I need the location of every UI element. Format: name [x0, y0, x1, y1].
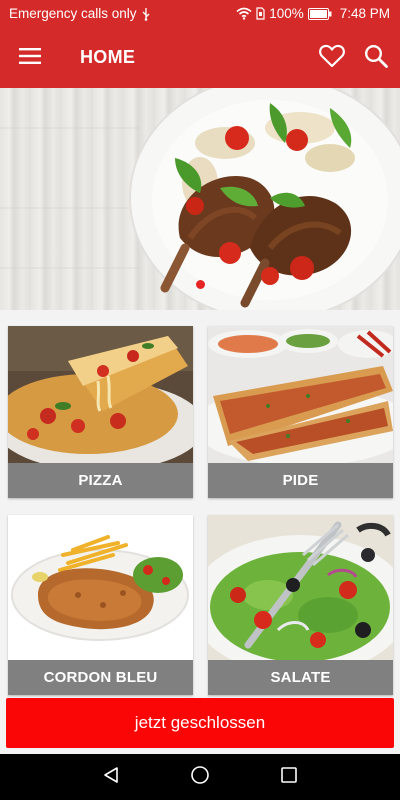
- recents-button[interactable]: [276, 764, 302, 790]
- status-bar: Emergency calls only 100% 7:48 PM: [0, 0, 400, 28]
- wifi-icon: [236, 7, 252, 20]
- category-card-salate[interactable]: SALATE: [208, 515, 393, 695]
- pide-image: [208, 326, 393, 463]
- carrier-text: Emergency calls only: [9, 6, 137, 21]
- category-label: PIZZA: [8, 463, 193, 498]
- home-icon: [190, 765, 210, 790]
- category-label: PIDE: [208, 463, 393, 498]
- category-label: CORDON BLEU: [8, 660, 193, 695]
- banner-image: [0, 88, 400, 310]
- category-grid: PIZZA PIDE CORDON BLEU SALATE: [0, 310, 400, 763]
- app-bar: HOME: [0, 28, 400, 88]
- cordon-bleu-image: [8, 515, 193, 660]
- sim-icon: [256, 7, 265, 20]
- hero-banner[interactable]: [0, 88, 400, 310]
- clock: 7:48 PM: [339, 6, 390, 21]
- salate-image: [208, 515, 393, 660]
- carousel-indicator[interactable]: [196, 280, 205, 289]
- menu-button[interactable]: [12, 42, 48, 74]
- closed-status-button[interactable]: jetzt geschlossen: [6, 698, 394, 748]
- category-label: SALATE: [208, 660, 393, 695]
- menu-icon: [19, 47, 41, 70]
- back-button[interactable]: [98, 764, 124, 790]
- recents-icon: [280, 766, 298, 789]
- search-icon: [364, 44, 388, 73]
- favorites-button[interactable]: [316, 42, 348, 74]
- status-left: Emergency calls only: [9, 6, 151, 21]
- back-icon: [102, 766, 120, 789]
- category-card-pizza[interactable]: PIZZA: [8, 326, 193, 498]
- battery-percent: 100%: [269, 6, 304, 21]
- system-nav-bar: [0, 754, 400, 800]
- category-card-cordon-bleu[interactable]: CORDON BLEU: [8, 515, 193, 695]
- pizza-image: [8, 326, 193, 463]
- battery-icon: [307, 7, 332, 20]
- usb-icon: [141, 7, 151, 21]
- home-button[interactable]: [187, 764, 213, 790]
- status-right: 100% 7:48 PM: [236, 6, 390, 21]
- heart-icon: [319, 44, 345, 73]
- search-button[interactable]: [360, 42, 392, 74]
- page-title: HOME: [80, 47, 136, 67]
- category-card-pide[interactable]: PIDE: [208, 326, 393, 498]
